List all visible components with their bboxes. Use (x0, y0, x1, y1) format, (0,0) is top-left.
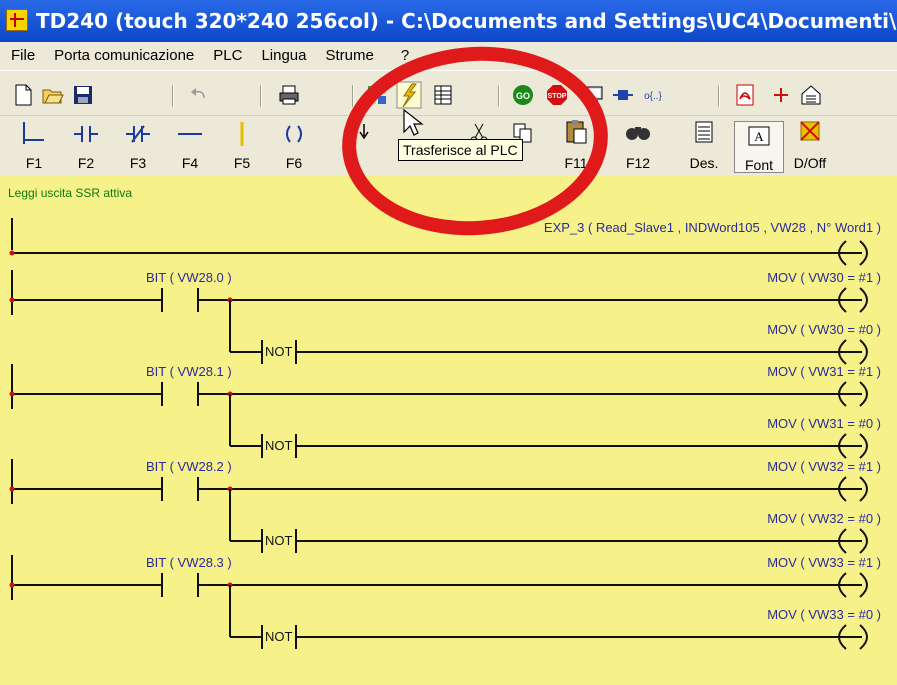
f1-label: F1 (25, 155, 43, 171)
contact-left-rail-icon (23, 122, 44, 144)
horizontal-line-icon (178, 133, 202, 135)
title-bar: TD240 (touch 320*240 256col) - C:\Docume… (0, 0, 897, 42)
font-icon: A (748, 126, 770, 146)
bit-contact-label: BIT ( VW28.1 ) (146, 364, 232, 379)
mov-set-label: MOV ( VW32 = #1 ) (767, 459, 881, 474)
des-label: Des. (689, 155, 719, 171)
output-coil-icon[interactable] (612, 84, 634, 106)
font-label: Font (744, 157, 773, 173)
not-label: NOT (265, 533, 293, 548)
tool-f6-button[interactable]: F6 (270, 118, 318, 173)
tool-font-button[interactable]: A Font (734, 121, 784, 173)
bit-contact-label: BIT ( VW28.0 ) (146, 270, 232, 285)
f4-label: F4 (181, 155, 199, 171)
bit-contact-label: BIT ( VW28.3 ) (146, 555, 232, 570)
not-label: NOT (265, 344, 293, 359)
window-title: TD240 (touch 320*240 256col) - C:\Docume… (36, 9, 897, 33)
description-icon (695, 121, 713, 143)
not-label: NOT (265, 438, 293, 453)
new-file-icon[interactable] (12, 84, 34, 106)
tool-f3-button[interactable]: F3 (114, 118, 162, 173)
f3-label: F3 (129, 155, 147, 171)
doff-label: D/Off (793, 155, 827, 171)
svg-text:o{..}: o{..} (644, 91, 662, 102)
tool-doff-button[interactable]: D/Off (786, 118, 834, 173)
app-icon (6, 9, 28, 31)
no-contact-icon (74, 126, 98, 142)
mov-set-label: MOV ( VW31 = #1 ) (767, 364, 881, 379)
find-icon (626, 127, 650, 140)
print-icon[interactable] (278, 84, 300, 106)
mov-reset-label: MOV ( VW33 = #0 ) (767, 607, 881, 622)
nc-contact-icon (126, 125, 150, 143)
mov-set-label: MOV ( VW30 = #1 ) (767, 270, 881, 285)
add-red-icon[interactable] (770, 84, 792, 106)
undo-icon[interactable] (188, 84, 210, 106)
tool-f12-button[interactable]: F12 (614, 118, 662, 173)
display-off-icon (800, 121, 820, 141)
house-page-icon[interactable] (800, 84, 822, 106)
menu-porta-comunicazione[interactable]: Porta comunicazione (43, 42, 202, 70)
f5-label: F5 (233, 155, 251, 171)
exp3-coil-label: EXP_3 ( Read_Slave1 , INDWord105 , VW28 … (543, 220, 881, 235)
vertical-line-icon (240, 122, 244, 146)
not-label: NOT (265, 629, 293, 644)
pdf-export-icon[interactable] (734, 84, 756, 106)
f6-label: F6 (285, 155, 303, 171)
tool-f4-button[interactable]: F4 (166, 118, 214, 173)
menu-lingua[interactable]: Lingua (250, 42, 314, 70)
f12-label: F12 (625, 155, 651, 171)
mov-reset-label: MOV ( VW32 = #0 ) (767, 511, 881, 526)
mov-reset-label: MOV ( VW30 = #0 ) (767, 322, 881, 337)
svg-text:A: A (754, 129, 764, 144)
ladder-diagram (9, 218, 868, 650)
open-folder-icon[interactable] (42, 84, 64, 106)
menu-strumenti[interactable]: Strume (314, 42, 381, 70)
bit-contact-label: BIT ( VW28.2 ) (146, 459, 232, 474)
mov-set-label: MOV ( VW33 = #1 ) (767, 555, 881, 570)
save-icon[interactable] (72, 84, 94, 106)
tool-f1-button[interactable]: F1 (10, 118, 58, 173)
f2-label: F2 (77, 155, 95, 171)
tool-des-button[interactable]: Des. (680, 118, 728, 173)
menu-file[interactable]: File (0, 42, 43, 70)
function-block-icon[interactable]: o{..} (642, 84, 664, 106)
mov-reset-label: MOV ( VW31 = #0 ) (767, 416, 881, 431)
tool-f2-button[interactable]: F2 (62, 118, 110, 173)
coil-icon (286, 125, 302, 143)
menu-plc[interactable]: PLC (202, 42, 250, 70)
tool-f5-button[interactable]: F5 (218, 118, 266, 173)
